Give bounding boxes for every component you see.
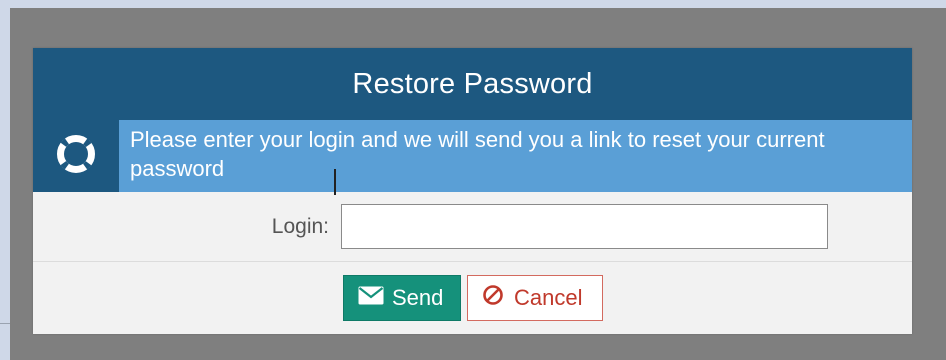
lifebuoy-icon bbox=[56, 134, 96, 179]
send-button[interactable]: Send bbox=[343, 274, 461, 321]
restore-password-dialog: Restore Password Please enter your login… bbox=[33, 48, 912, 334]
info-message: Please enter your login and we will send… bbox=[119, 120, 912, 192]
background-divider bbox=[0, 323, 10, 324]
send-button-label: Send bbox=[392, 284, 444, 310]
button-row: Send Cancel bbox=[33, 262, 912, 333]
envelope-icon bbox=[358, 285, 384, 311]
text-caret bbox=[334, 169, 336, 195]
dialog-header: Restore Password bbox=[33, 48, 912, 120]
cancel-button-label: Cancel bbox=[514, 284, 583, 310]
login-row: Login: bbox=[33, 192, 912, 262]
ban-icon bbox=[482, 284, 504, 312]
login-input[interactable] bbox=[341, 204, 828, 249]
cancel-button[interactable]: Cancel bbox=[467, 274, 603, 321]
login-label: Login: bbox=[271, 214, 329, 238]
dialog-title: Restore Password bbox=[352, 67, 593, 100]
info-band: Please enter your login and we will send… bbox=[33, 120, 912, 192]
info-icon-cell bbox=[33, 120, 119, 192]
